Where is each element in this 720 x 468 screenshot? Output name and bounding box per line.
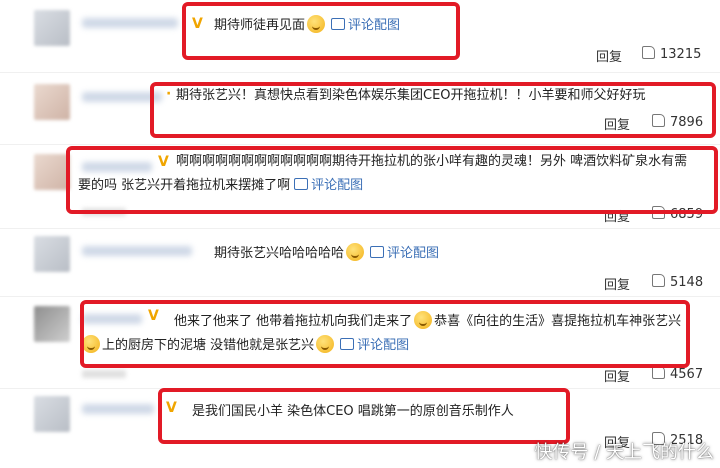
emoji-icon [316,335,335,353]
username[interactable] [82,246,192,256]
thumbs-up-icon [652,206,665,219]
comment-pic-link[interactable]: 评论配图 [294,178,363,193]
avatar[interactable] [34,154,70,190]
timestamp [82,208,126,216]
comment-pic-link[interactable]: 评论配图 [340,338,409,353]
like-button[interactable]: 7896 [652,114,703,130]
comment-pic-link[interactable]: 评论配图 [370,246,439,261]
vip-badge-icon: V [192,16,203,32]
thumbs-up-icon [652,274,665,287]
watermark: 快传号 / 天上飞的什么 [534,442,714,463]
emoji-icon [307,15,326,33]
avatar[interactable] [34,396,70,432]
comment-text: 期待张艺兴哈哈哈哈哈 评论配图 [214,242,439,266]
divider [0,388,720,389]
comment-text-continued: 上的厨房下的泥塘 没错他就是张艺兴 评论配图 [80,334,409,358]
divider [0,72,720,73]
divider [0,228,720,229]
vip-badge-icon: V [166,400,177,416]
emoji-icon [346,243,365,261]
image-icon [294,178,309,190]
reply-button[interactable]: 回复 [604,114,630,133]
reply-button[interactable]: 回复 [604,206,630,225]
image-icon [340,338,355,350]
thumbs-up-icon [652,366,665,379]
reply-button[interactable]: 回复 [604,366,630,385]
thumbs-up-icon [642,46,655,59]
comment-text: 期待师徒再见面 评论配图 [214,14,400,38]
comment-text: 期待张艺兴！真想快点看到染色体娱乐集团CEO开拖拉机！！小羊要和师父好好玩 [176,88,646,103]
image-icon [370,246,385,258]
username[interactable] [82,314,142,324]
emoji-icon [82,335,100,353]
avatar[interactable] [34,306,70,342]
divider [0,296,720,297]
username[interactable] [82,18,178,28]
like-button[interactable]: 5148 [652,274,703,290]
emoji-icon [414,311,433,329]
vip-badge-icon: · [166,86,172,102]
avatar[interactable] [34,10,70,46]
avatar[interactable] [34,84,70,120]
like-button[interactable]: 13215 [642,46,701,62]
username[interactable] [82,92,162,102]
comment-text: 他来了他来了 他带着拖拉机向我们走来了 恭喜《向往的生活》喜提拖拉机车神张艺兴 [174,310,681,334]
reply-button[interactable]: 回复 [604,274,630,293]
reply-button[interactable]: 回复 [596,46,622,65]
timestamp [82,370,126,378]
comment-text: 啊啊啊啊啊啊啊啊啊啊啊啊期待开拖拉机的张小咩有趣的灵魂！另外 啤酒饮料矿泉水有需… [78,154,688,193]
comment-text: 是我们国民小羊 染色体CEO 唱跳第一的原创音乐制作人 [192,404,514,419]
like-button[interactable]: 6859 [652,206,703,222]
image-icon [331,18,346,30]
avatar[interactable] [34,236,70,272]
divider [0,144,720,145]
like-button[interactable]: 4567 [652,366,703,382]
thumbs-up-icon [652,114,665,127]
vip-badge-icon: V [148,308,159,324]
comment-pic-link[interactable]: 评论配图 [331,18,400,33]
username[interactable] [82,404,154,414]
